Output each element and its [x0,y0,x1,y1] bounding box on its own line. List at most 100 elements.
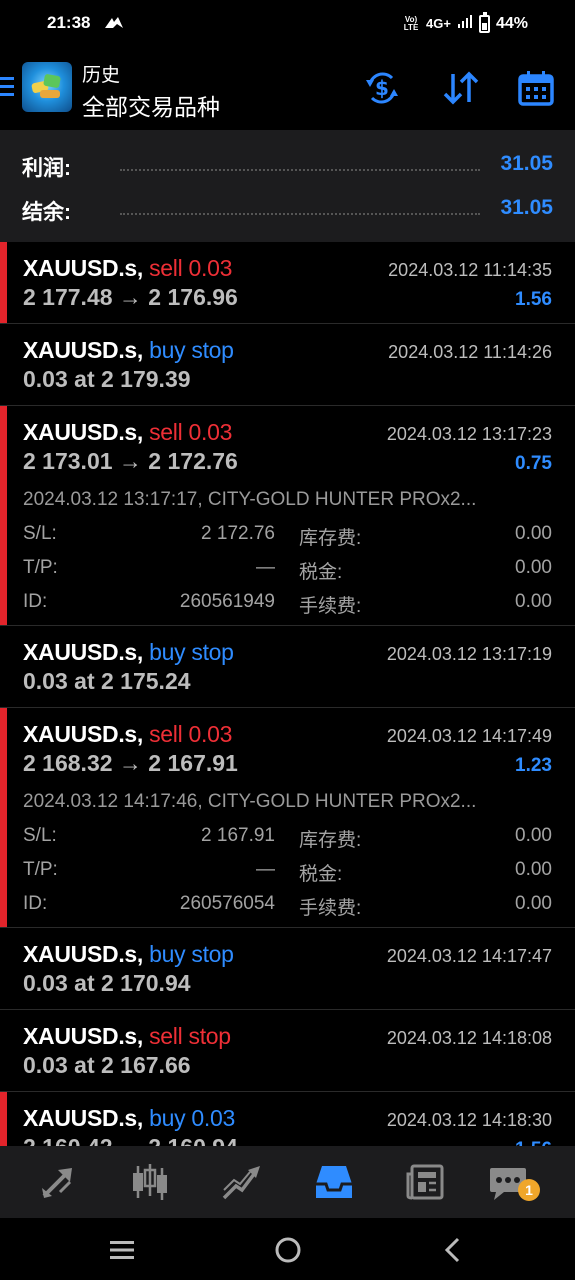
item-type: sell 0.03 [149,255,233,281]
balance-currency-button[interactable]: $ [362,68,402,108]
menu-icon[interactable] [0,77,14,97]
balance-value: 31.05 [500,196,553,219]
list-item[interactable]: XAUUSD.s, sell 0.03 2024.03.12 13:17:23 2 … [0,406,575,626]
item-price: 0.03 at 2 167.66 [23,1052,191,1078]
item-symbol: XAUUSD.s, [23,337,143,363]
item-time: 2024.03.12 11:14:35 [388,260,552,280]
page-subtitle: 历史 [82,65,121,86]
detail-row: T/P: — 税金: 0.00 [23,557,552,591]
calendar-icon [518,71,554,106]
battery-percent: 44% [495,14,528,32]
profit-label: 利润: [22,157,71,180]
summary-panel: 利润: 31.05 结余: 31.05 [0,130,575,242]
swap-label: 库存费: [299,830,362,851]
tax-label: 税金: [299,562,343,583]
item-symbol: XAUUSD.s, [23,721,143,747]
list-item[interactable]: XAUUSD.s, buy stop 2024.03.12 11:14:26 0.0… [0,324,575,406]
list-item[interactable]: XAUUSD.s, sell 0.03 2024.03.12 11:14:35 2 … [0,242,575,324]
detail-row: S/L: 2 172.76 库存费: 0.00 [23,523,552,557]
nav-quotes[interactable] [36,1160,80,1204]
item-comment: 2024.03.12 14:17:46, CITY-GOLD HUNTER PR… [23,791,477,812]
battery-icon [478,11,490,33]
recent-apps-icon [110,1241,134,1259]
nav-chart[interactable] [128,1160,172,1204]
list-item[interactable]: XAUUSD.s, sell 0.03 2024.03.12 14:17:49 2 … [0,708,575,928]
home-icon [275,1237,301,1263]
svg-text:$: $ [375,76,389,100]
item-profit: 0.75 [515,453,552,474]
fee-value: 0.00 [515,591,552,612]
item-symbol: XAUUSD.s, [23,255,143,281]
sl-value: 2 172.76 [201,523,275,544]
app-logo [22,62,72,112]
calendar-button[interactable] [516,68,556,108]
nav-trade[interactable] [220,1160,264,1204]
chart-icon [133,1164,167,1200]
network-type: 4G+ [426,16,451,31]
item-type: sell stop [149,1023,231,1049]
dotted-leader [120,213,480,215]
tp-value: — [256,859,275,880]
nav-news[interactable] [404,1160,448,1204]
list-item[interactable]: XAUUSD.s, buy stop 2024.03.12 14:17:47 0.0… [0,928,575,1010]
chat-badge: 1 [518,1179,540,1201]
item-profit: 1.23 [515,755,552,776]
item-symbol-line: XAUUSD.s, buy 0.03 [23,1105,235,1132]
detail-row: S/L: 2 167.91 库存费: 0.00 [23,825,552,859]
balance-row: 结余: 31.05 [0,186,575,230]
item-symbol: XAUUSD.s, [23,1023,143,1049]
recent-apps-button[interactable] [107,1235,137,1265]
trade-icon [222,1166,260,1200]
balance-currency-icon: $ [366,72,398,104]
sl-value: 2 167.91 [201,825,275,846]
quotes-icon [42,1168,72,1198]
home-button[interactable] [273,1235,303,1265]
history-list[interactable]: XAUUSD.s, sell 0.03 2024.03.12 11:14:35 2 … [0,242,575,1146]
item-price: 2 168.32 → 2 167.91 [23,750,238,776]
item-price: 2 173.01 → 2 172.76 [23,448,238,474]
page-title[interactable]: 全部交易品种 [82,88,220,122]
item-symbol-line: XAUUSD.s, sell stop [23,1023,231,1050]
back-icon [444,1237,460,1263]
item-symbol-line: XAUUSD.s, buy stop [23,639,234,666]
item-profit: 1.56 [515,1139,552,1146]
profit-row: 利润: 31.05 [0,142,575,186]
system-navigation [0,1218,575,1280]
swap-label: 库存费: [299,528,362,549]
item-time: 2024.03.12 14:17:49 [386,726,552,746]
balance-label: 结余: [22,201,71,224]
list-item[interactable]: XAUUSD.s, buy 0.03 2024.03.12 14:18:30 2 1… [0,1092,575,1146]
item-symbol: XAUUSD.s, [23,639,143,665]
list-item[interactable]: XAUUSD.s, sell stop 2024.03.12 14:18:08 0.… [0,1010,575,1092]
dotted-leader [120,169,480,171]
item-comment: 2024.03.12 13:17:17, CITY-GOLD HUNTER PR… [23,489,477,510]
item-time: 2024.03.12 13:17:23 [386,424,552,444]
sort-button[interactable] [441,68,481,108]
item-price: 0.03 at 2 179.39 [23,366,191,392]
status-indicators: Vo) LTE 4G+ 44% [402,11,528,34]
swap-value: 0.00 [515,825,552,846]
detail-row: ID: 260561949 手续费: 0.00 [23,591,552,625]
back-button[interactable] [438,1235,468,1265]
item-price: 0.03 at 2 175.24 [23,668,191,694]
item-details: S/L: 2 172.76 库存费: 0.00 T/P: — 税金: 0.00 ID: 26056… [23,523,552,625]
fee-label: 手续费: [299,898,362,919]
item-symbol: XAUUSD.s, [23,941,143,967]
swap-value: 0.00 [515,523,552,544]
item-type: buy stop [149,941,234,967]
status-time: 21:38 [47,13,91,32]
item-price: 2 160.42 → 2 160.94 [23,1134,238,1146]
id-value: 260576054 [179,893,275,914]
item-symbol-line: XAUUSD.s, buy stop [23,337,234,364]
detail-row: T/P: — 税金: 0.00 [23,859,552,893]
item-time: 2024.03.12 14:17:47 [386,946,552,966]
signal-icon [457,13,473,34]
list-item[interactable]: XAUUSD.s, buy stop 2024.03.12 13:17:19 0.0… [0,626,575,708]
status-bar: 21:38 Vo) LTE 4G+ 44% [0,0,575,48]
bottom-navigation: 1 [0,1146,575,1218]
item-symbol: XAUUSD.s, [23,419,143,445]
item-time: 2024.03.12 13:17:19 [386,644,552,664]
nav-history[interactable] [312,1160,356,1204]
item-time: 2024.03.12 14:18:08 [386,1028,552,1048]
detail-row: ID: 260576054 手续费: 0.00 [23,893,552,927]
